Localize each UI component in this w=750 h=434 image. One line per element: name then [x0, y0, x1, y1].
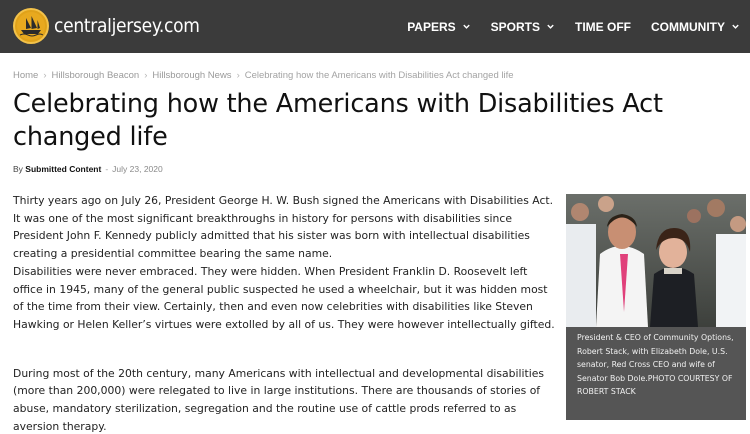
- breadcrumb-home[interactable]: Home: [13, 70, 38, 81]
- chevron-down-icon: [462, 24, 470, 29]
- author-link[interactable]: Submitted Content: [25, 164, 101, 174]
- article-paragraph: During most of the 20th century, many Am…: [13, 366, 545, 433]
- nav-item-community[interactable]: COMMUNITY: [651, 20, 740, 34]
- chevron-down-icon: [732, 24, 739, 29]
- breadcrumb-current: Celebrating how the Americans with Disab…: [244, 70, 514, 81]
- nav-item-label: PAPERS: [407, 19, 456, 34]
- meta-separator: -: [105, 164, 109, 174]
- nav-item-label: COMMUNITY: [651, 19, 725, 34]
- breadcrumb-separator: ›: [144, 70, 148, 81]
- nav-item-papers[interactable]: PAPERS: [407, 20, 470, 34]
- breadcrumb-hillsborough-news[interactable]: Hillsborough News: [152, 70, 231, 81]
- site-name: centraljersey.com: [54, 15, 200, 37]
- breadcrumb-separator: ›: [236, 70, 240, 81]
- article-paragraph: Thirty years ago on July 26, President G…: [13, 194, 554, 261]
- breadcrumb-separator: ›: [43, 70, 47, 81]
- article-paragraph: Disabilities were never embraced. They w…: [13, 264, 555, 331]
- article-body: Thirty years ago on July 26, President G…: [13, 192, 558, 434]
- nav-item-time-off[interactable]: TIME OFF: [575, 20, 631, 34]
- site-logo[interactable]: centraljersey.com: [13, 8, 200, 44]
- article-photo[interactable]: [566, 194, 746, 327]
- breadcrumb: Home › Hillsborough Beacon › Hillsborough Ne…: [13, 70, 514, 81]
- by-label: By: [13, 164, 23, 174]
- article-figure: President & CEO of Community Options, Ro…: [566, 194, 746, 420]
- breadcrumb-hillsborough-beacon[interactable]: Hillsborough Beacon: [52, 70, 140, 81]
- site-header: centraljersey.com PAPERS SPORTS TIME OFF…: [0, 0, 750, 53]
- publish-date: July 23, 2020: [112, 164, 163, 174]
- article-title: Celebrating how the Americans with Disab…: [13, 89, 663, 152]
- nav-item-label: TIME OFF: [575, 19, 631, 34]
- nav-item-label: SPORTS: [490, 19, 540, 34]
- chevron-down-icon: [547, 24, 554, 29]
- photo-caption: President & CEO of Community Options, Ro…: [566, 327, 746, 420]
- ship-logo-icon: [13, 8, 49, 44]
- main-nav: PAPERS SPORTS TIME OFF COMMUNITY: [387, 0, 740, 53]
- article-meta: By Submitted Content - July 23, 2020: [13, 164, 163, 174]
- nav-item-sports[interactable]: SPORTS: [491, 20, 555, 34]
